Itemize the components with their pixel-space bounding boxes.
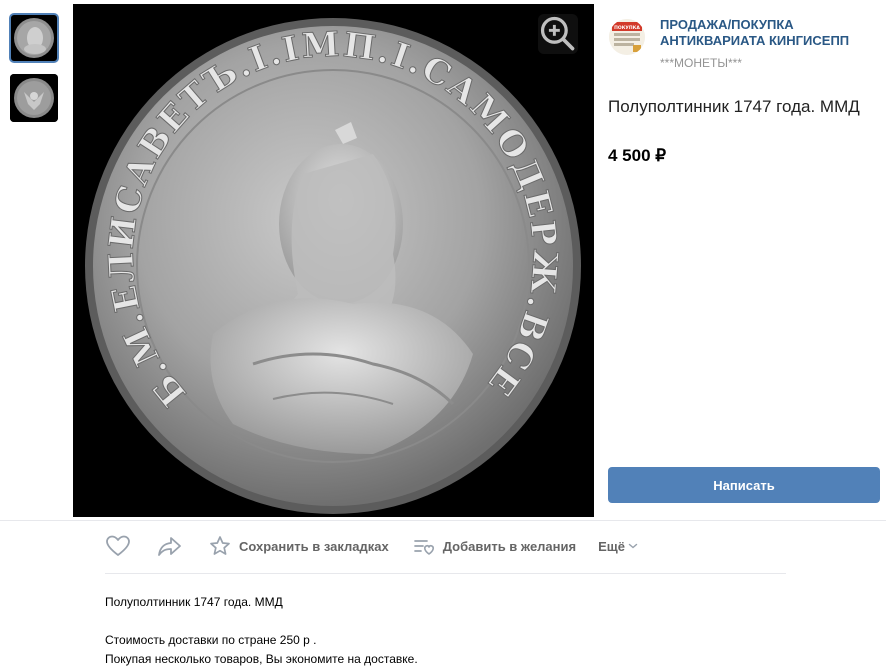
seller-subtitle: ***МОНЕТЫ*** <box>660 56 742 70</box>
svg-text:ПОКУПКА: ПОКУПКА <box>614 25 640 31</box>
heart-icon <box>106 535 130 556</box>
divider <box>0 520 886 521</box>
share-button[interactable] <box>157 535 183 557</box>
seller-name[interactable]: ПРОДАЖА/ПОКУПКА АНТИКВАРИАТА КИНГИСЕПП <box>660 17 880 49</box>
photo-thumbnails <box>9 13 59 134</box>
share-arrow-icon <box>158 537 181 556</box>
coin-reverse-thumb-image <box>10 74 58 122</box>
thumbnail-obverse[interactable] <box>9 13 59 63</box>
more-label: Ещё <box>598 538 625 554</box>
action-bar: Сохранить в закладках Добавить в желания… <box>105 533 638 559</box>
star-icon <box>210 536 230 555</box>
description-line: Стоимость доставки по стране 250 р . <box>105 633 317 647</box>
bookmark-button[interactable]: Сохранить в закладках <box>209 535 389 557</box>
seller-logo[interactable]: ПОКУПКА <box>609 19 645 55</box>
wishlist-button[interactable]: Добавить в желания <box>413 535 576 557</box>
product-title: Полуполтинник 1747 года. ММД <box>608 97 860 116</box>
wishlist-label: Добавить в желания <box>442 538 577 554</box>
thumbnail-reverse[interactable] <box>10 74 58 122</box>
divider <box>105 573 786 574</box>
description-line: Покупая несколько товаров, Вы экономите … <box>105 652 418 666</box>
zoom-button[interactable] <box>538 14 578 54</box>
product-price: 4 500 ₽ <box>608 146 667 165</box>
like-button[interactable] <box>105 534 131 558</box>
description-line: Полуполтинник 1747 года. ММД <box>105 595 283 609</box>
chevron-down-icon <box>628 543 638 549</box>
seller-block: ПОКУПКА ПРОДАЖА/ПОКУПКА АНТИКВАРИАТА КИН… <box>609 17 880 70</box>
product-photo[interactable]: Б.М.ЕЛИСАВЕТЪ.I.IМП.I.САМОДЕРЖ.ВСЕРОС. <box>73 4 594 517</box>
gift-list-icon <box>413 540 434 555</box>
write-button[interactable]: Написать <box>608 467 880 503</box>
product-description: Полуполтинник 1747 года. ММД Стоимость д… <box>105 593 785 669</box>
coin-obverse-thumb-image <box>10 14 58 62</box>
bookmark-label: Сохранить в закладках <box>239 538 389 554</box>
zoom-in-icon <box>540 16 575 51</box>
coin-obverse-image: Б.М.ЕЛИСАВЕТЪ.I.IМП.I.САМОДЕРЖ.ВСЕРОС. <box>73 4 594 517</box>
more-button[interactable]: Ещё <box>598 539 638 554</box>
